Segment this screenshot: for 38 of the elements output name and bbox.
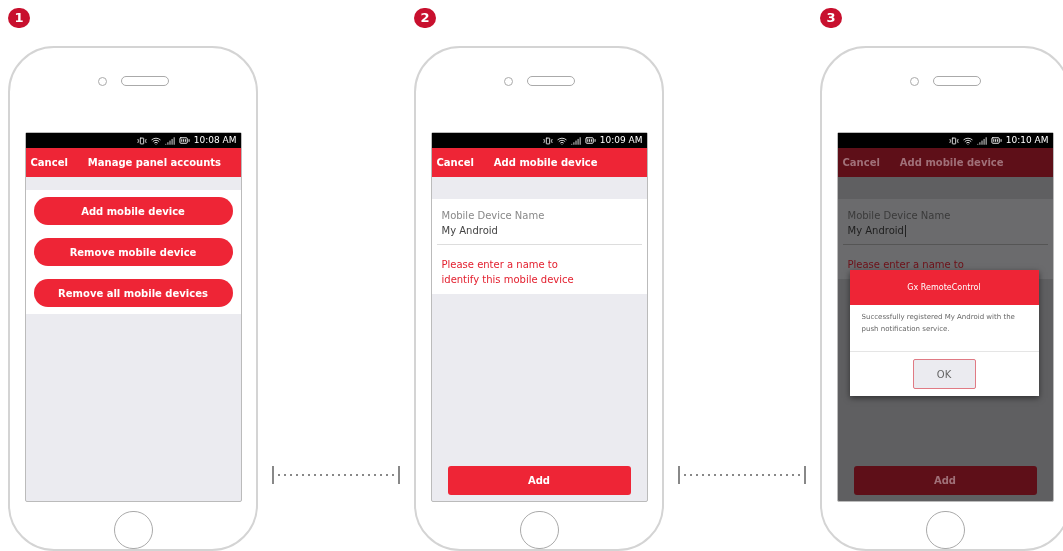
- menu-button[interactable]: Add mobile device: [33, 197, 233, 225]
- battery-icon: [990, 135, 1002, 146]
- cancel-button[interactable]: Cancel: [842, 155, 880, 170]
- step-number: 2: [414, 8, 436, 28]
- cancel-button[interactable]: Cancel: [436, 155, 474, 170]
- battery-icon: [584, 135, 596, 146]
- step-number: 3: [820, 8, 842, 28]
- vibrate-icon: [948, 135, 959, 146]
- field-value: My Android: [847, 224, 904, 238]
- ok-button[interactable]: OK: [912, 359, 976, 389]
- menu-button[interactable]: Remove mobile device: [33, 238, 233, 266]
- menu-button[interactable]: Remove all mobile devices: [33, 279, 233, 307]
- wifi-icon: [962, 135, 973, 146]
- add-button[interactable]: Add: [447, 466, 631, 496]
- screen-title: Add mobile device: [493, 156, 598, 170]
- step-number: 1: [8, 8, 30, 28]
- cancel-button[interactable]: Cancel: [30, 155, 68, 170]
- signal-icon: [164, 135, 175, 146]
- vibrate-icon: [136, 135, 147, 146]
- vibrate-icon: [542, 135, 553, 146]
- wifi-icon: [556, 135, 567, 146]
- error-message: Please enter a name to identify this mobile device: [440, 258, 575, 287]
- signal-icon: [570, 135, 581, 146]
- field-label: Mobile Device Name: [441, 209, 546, 223]
- status-time: 10:08 AM: [193, 136, 237, 145]
- name-field[interactable]: Mobile Device Name My Android: [436, 199, 642, 245]
- field-value: My Android: [441, 224, 498, 238]
- add-button[interactable]: Add: [853, 466, 1037, 496]
- dialog-title: Gx RemoteControl: [849, 270, 1039, 305]
- error-message: Please enter a name to: [846, 258, 965, 272]
- signal-icon: [976, 135, 987, 146]
- wifi-icon: [150, 135, 161, 146]
- screen-title: Manage panel accounts: [87, 156, 221, 170]
- screen-title: Add mobile device: [899, 156, 1004, 170]
- status-time: 10:09 AM: [599, 136, 643, 145]
- text-cursor: [904, 224, 906, 237]
- status-time: 10:10 AM: [1005, 136, 1049, 145]
- battery-icon: [178, 135, 190, 146]
